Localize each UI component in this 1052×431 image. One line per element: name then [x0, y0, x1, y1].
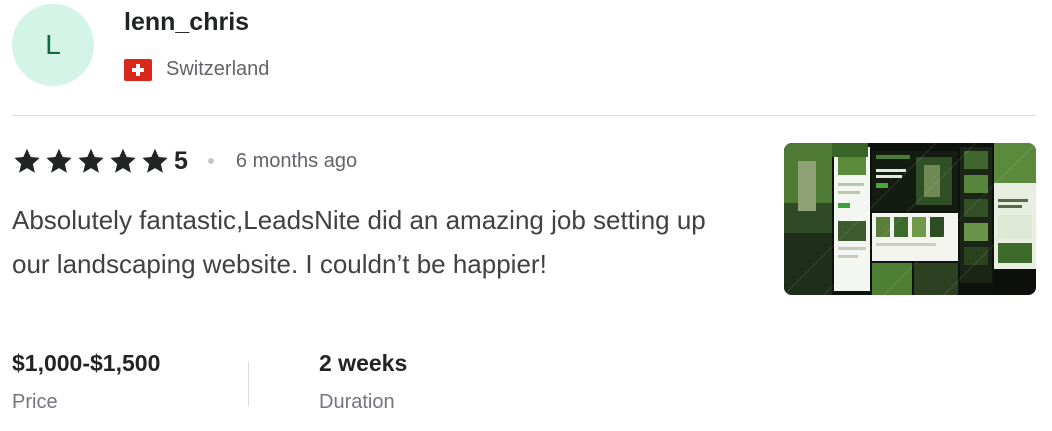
reviewer-username[interactable]: lenn_chris: [124, 8, 249, 37]
duration-label: Duration: [319, 391, 395, 413]
duration-stat: 2 weeks Duration: [319, 350, 407, 414]
review-text: Absolutely fantastic,LeadsNite did an am…: [12, 205, 706, 279]
star-icon: [78, 148, 104, 173]
reviewer-country: Switzerland: [124, 58, 269, 81]
separator-dot: [207, 158, 214, 164]
review-time: 6 months ago: [235, 149, 358, 172]
country-name: Switzerland: [166, 58, 270, 80]
portfolio-thumbnail-image: [784, 143, 1036, 295]
star-icon: [142, 148, 168, 173]
star-icon: [46, 148, 72, 173]
price-label: Price: [12, 391, 58, 413]
star-rating: [12, 146, 170, 176]
stat-divider: [248, 362, 249, 406]
avatar[interactable]: L: [12, 4, 94, 86]
rating-value: 5: [174, 146, 188, 175]
portfolio-thumbnail[interactable]: [784, 143, 1036, 295]
duration-value: 2 weeks: [319, 350, 408, 376]
star-icon: [14, 148, 40, 173]
rating-row: 5 6 months ago: [12, 145, 357, 177]
price-value: $1,000-$1,500: [12, 350, 161, 376]
avatar-initial: L: [45, 29, 61, 60]
star-icon: [110, 148, 136, 173]
switzerland-flag-icon: [124, 58, 152, 81]
divider: [12, 115, 1036, 116]
price-stat: $1,000-$1,500 Price: [12, 350, 160, 414]
